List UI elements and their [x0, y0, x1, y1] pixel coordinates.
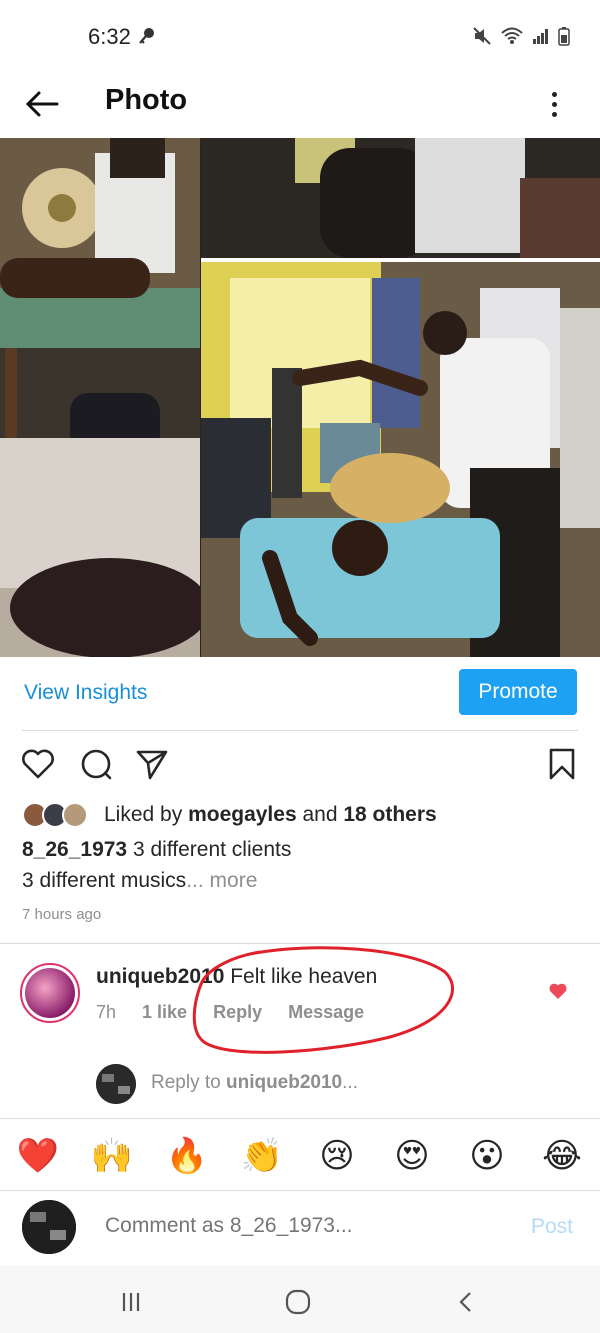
- more-options-button[interactable]: [542, 84, 566, 124]
- home-icon: [285, 1289, 311, 1315]
- status-icons: [472, 26, 570, 51]
- bookmark-icon: [549, 748, 575, 780]
- battery-icon: [558, 26, 570, 51]
- likes-row[interactable]: Liked by moegayles and 18 others: [22, 800, 437, 830]
- status-bar: 6:32: [0, 0, 600, 72]
- page-title: Photo: [105, 84, 188, 116]
- post-photo[interactable]: [0, 138, 600, 657]
- system-back-button[interactable]: [446, 1282, 486, 1322]
- signal-icon: [532, 27, 550, 50]
- photo-collage: [0, 138, 600, 657]
- reply-prompt[interactable]: Reply to uniqueb2010...: [0, 1060, 600, 1110]
- home-button[interactable]: [278, 1282, 318, 1322]
- likes-others[interactable]: 18 others: [343, 803, 436, 826]
- likes-prefix: Liked by: [104, 803, 189, 826]
- emoji-fire[interactable]: 🔥: [165, 1134, 209, 1178]
- caption-line2: 3 different musics: [22, 869, 187, 892]
- comment-composer: Post: [0, 1190, 600, 1266]
- post-timestamp: 7 hours ago: [22, 906, 102, 923]
- emoji-heart-eyes[interactable]: 😍: [390, 1134, 434, 1178]
- paper-plane-icon: [136, 750, 168, 780]
- emoji-raised-hands[interactable]: 🙌: [90, 1134, 134, 1178]
- comment-like-button[interactable]: [548, 981, 568, 1006]
- reply-username: uniqueb2010: [225, 1072, 343, 1093]
- post-button[interactable]: Post: [531, 1215, 573, 1239]
- caption-line1: 3 different clients: [127, 838, 292, 861]
- status-time: 6:32: [88, 24, 131, 49]
- system-nav-bar: [0, 1266, 600, 1333]
- post-actions: [0, 740, 600, 790]
- liker-avatars: [22, 800, 98, 830]
- my-avatar: [96, 1064, 136, 1104]
- avatar-image: [25, 968, 75, 1018]
- comment-input[interactable]: [105, 1214, 485, 1238]
- comment-likes[interactable]: 1 like: [142, 1002, 187, 1023]
- likes-middle: and: [296, 803, 344, 826]
- back-button[interactable]: [22, 84, 62, 124]
- reply-prefix: Reply to: [151, 1072, 226, 1093]
- comment-bubble-icon: [81, 749, 112, 780]
- dot: [551, 101, 557, 107]
- insights-row: View Insights Promote: [0, 657, 600, 731]
- divider: [22, 730, 578, 731]
- emoji-cry[interactable]: 😢: [315, 1134, 359, 1178]
- chevron-left-icon: [459, 1292, 471, 1312]
- app-bar: Photo: [0, 72, 600, 138]
- save-button[interactable]: [544, 746, 580, 787]
- heart-icon: [22, 749, 54, 779]
- avatar-image: [96, 1064, 136, 1104]
- emoji-surprised[interactable]: 😮: [465, 1134, 509, 1178]
- emoji-clap[interactable]: 👏: [240, 1134, 284, 1178]
- reply-suffix: ...: [342, 1072, 358, 1093]
- view-insights-link[interactable]: View Insights: [24, 681, 147, 705]
- reply-to-text: Reply to uniqueb2010...: [151, 1072, 358, 1094]
- caption-username[interactable]: 8_26_1973: [22, 838, 127, 861]
- liker-username[interactable]: moegayles: [188, 803, 297, 826]
- key-icon: [138, 26, 158, 51]
- like-button[interactable]: [20, 746, 56, 787]
- recent-apps-button[interactable]: [111, 1282, 151, 1322]
- share-button[interactable]: [134, 746, 170, 787]
- commenter-avatar[interactable]: [20, 963, 80, 1023]
- emoji-heart[interactable]: ❤️: [16, 1134, 60, 1178]
- avatar: [62, 802, 88, 828]
- promote-button[interactable]: Promote: [459, 669, 577, 715]
- comment-button[interactable]: [78, 746, 114, 787]
- likes-summary: Liked by moegayles and 18 others: [104, 803, 437, 827]
- my-avatar: [22, 1200, 76, 1254]
- divider: [0, 1118, 600, 1119]
- dot: [551, 111, 557, 117]
- emoji-bar: ❤️ 🙌 🔥 👏 😢 😍 😮 😂: [0, 1120, 600, 1190]
- avatar-image: [22, 1200, 76, 1254]
- emoji-laugh[interactable]: 😂: [540, 1134, 584, 1178]
- mute-icon: [472, 26, 492, 51]
- wifi-icon: [500, 26, 524, 51]
- filled-heart-icon: [549, 983, 567, 999]
- comment-time: 7h: [96, 1002, 117, 1022]
- annotation-circle: [192, 946, 455, 1054]
- caption: 8_26_1973 3 different clients: [22, 838, 291, 862]
- caption-line-2: 3 different musics... more: [22, 869, 257, 893]
- arrow-left-icon: [25, 91, 59, 117]
- recents-icon: [122, 1293, 140, 1311]
- dot: [551, 91, 557, 97]
- caption-more-link[interactable]: ... more: [186, 869, 257, 892]
